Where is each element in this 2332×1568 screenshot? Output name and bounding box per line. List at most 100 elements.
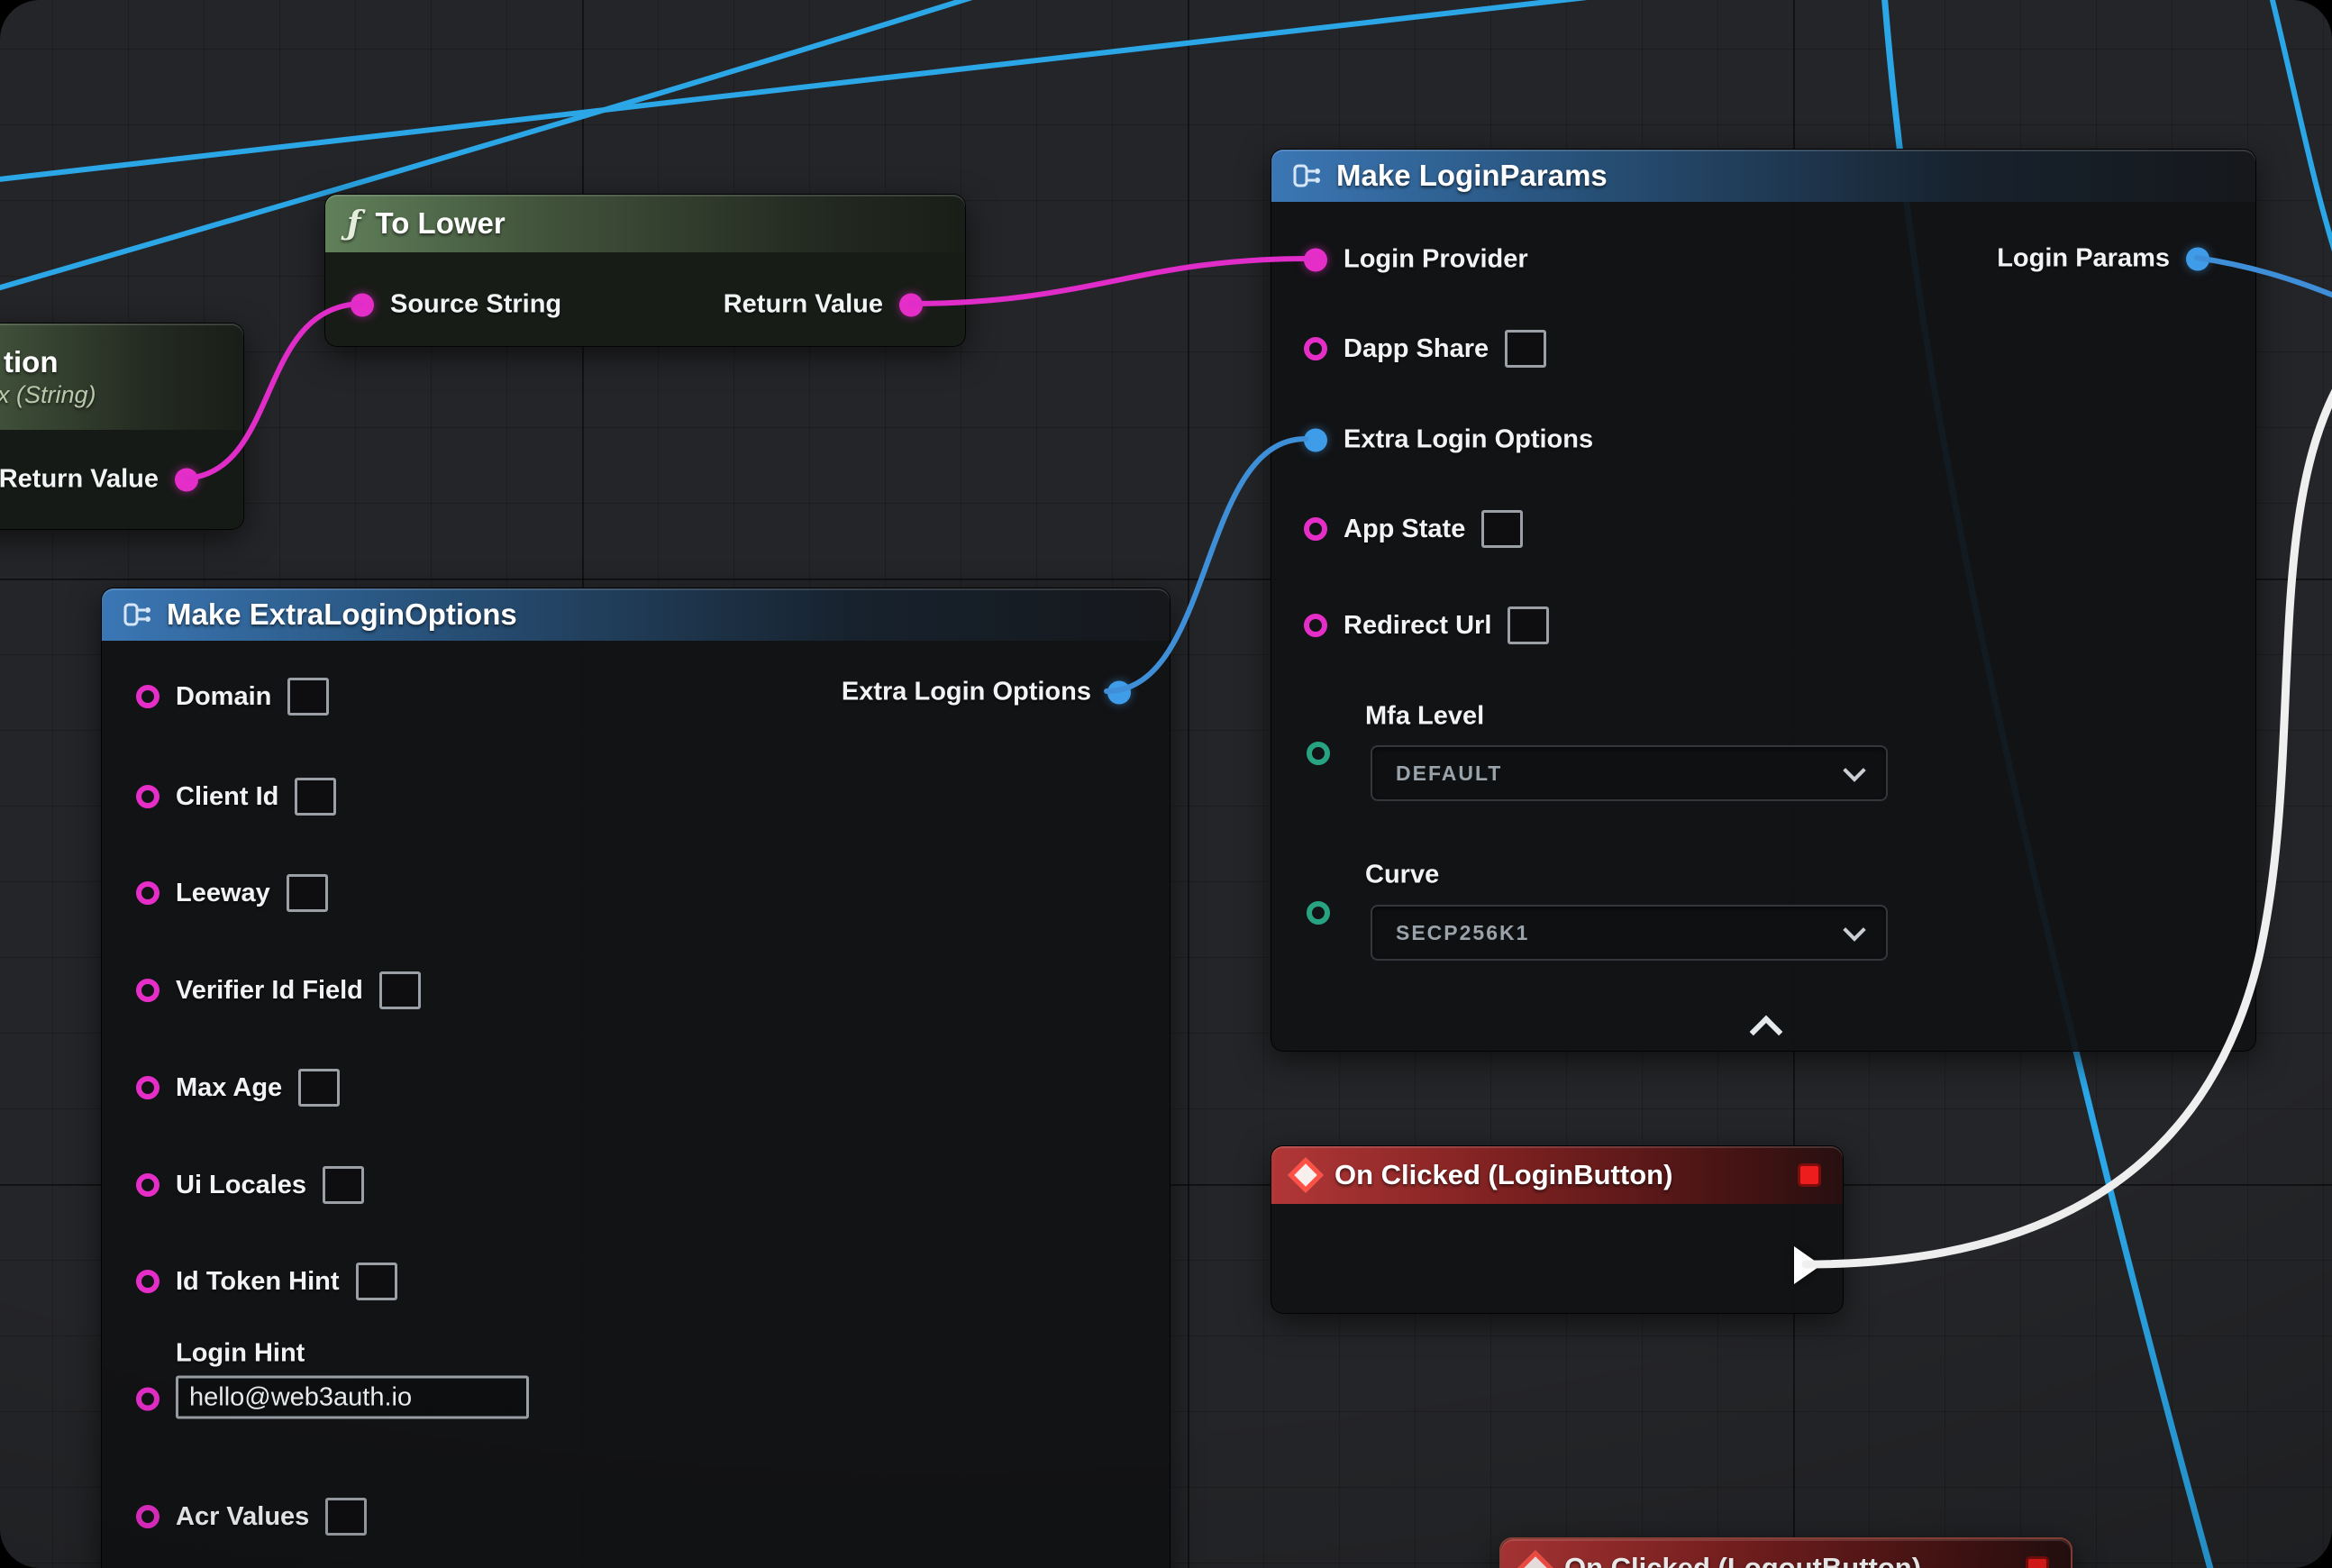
function-icon: ƒ xyxy=(347,205,361,242)
pin-row-redirect-url: Redirect Url xyxy=(1304,606,1549,644)
app-state-pin[interactable] xyxy=(1304,517,1327,541)
to-lower-header: ƒ To Lower xyxy=(325,195,965,252)
leeway-value-box[interactable] xyxy=(287,874,328,912)
make-struct-icon xyxy=(1293,163,1322,188)
mfa-level-value: DEFAULT xyxy=(1396,761,1502,786)
extra-login-options-out-pin[interactable] xyxy=(1107,680,1131,704)
redirect-url-pin[interactable] xyxy=(1304,614,1327,637)
curve-label: Curve xyxy=(1365,861,1439,890)
pin-row-login-hint: Login Hint xyxy=(136,1379,529,1419)
id-token-hint-value-box[interactable] xyxy=(356,1263,397,1300)
wire-to-lower-to-login-provider xyxy=(910,259,1308,304)
pin-row-return-value: Return Value xyxy=(724,290,923,320)
pin-row-id-token-hint: Id Token Hint xyxy=(136,1263,397,1300)
curve-pin[interactable] xyxy=(1307,901,1330,925)
login-provider-pin[interactable] xyxy=(1304,248,1327,271)
verifier-id-field-pin[interactable] xyxy=(136,979,159,1002)
pin-row-dapp-share: Dapp Share xyxy=(1304,330,1546,368)
ui-locales-pin[interactable] xyxy=(136,1173,159,1197)
source-string-pin[interactable] xyxy=(351,293,374,316)
id-token-hint-label: Id Token Hint xyxy=(176,1267,340,1297)
make-login-params-title: Make LoginParams xyxy=(1336,159,1608,193)
pin-row-extra-login-options-in: Extra Login Options xyxy=(1304,425,1593,455)
dapp-share-pin[interactable] xyxy=(1304,337,1327,360)
node-on-clicked-logout-button[interactable]: On Clicked (LogoutButton) xyxy=(1499,1537,2072,1568)
node-partial-subtitle: ox (String) xyxy=(0,381,96,409)
chevron-down-icon xyxy=(1843,918,1865,941)
pin-row-return-value-left: Return Value xyxy=(0,465,198,495)
client-id-label: Client Id xyxy=(176,782,278,812)
make-extra-header: Make ExtraLoginOptions xyxy=(102,588,1170,641)
ui-locales-label: Ui Locales xyxy=(176,1171,306,1200)
login-params-out-label: Login Params xyxy=(1997,244,2170,274)
pin-row-source-string: Source String xyxy=(351,290,561,320)
collapse-chevron-icon[interactable] xyxy=(1750,1016,1783,1049)
on-clicked-login-header: On Clicked (LoginButton) xyxy=(1271,1146,1843,1204)
domain-label: Domain xyxy=(176,682,271,712)
pin-row-domain: Domain xyxy=(136,678,329,716)
redirect-url-label: Redirect Url xyxy=(1344,611,1491,641)
login-hint-label: Login Hint xyxy=(176,1339,529,1369)
leeway-label: Leeway xyxy=(176,879,270,908)
leeway-pin[interactable] xyxy=(136,881,159,905)
chevron-down-icon xyxy=(1843,759,1865,781)
node-to-lower[interactable]: ƒ To Lower Source String Return Value xyxy=(324,194,966,347)
extra-login-options-in-pin[interactable] xyxy=(1304,428,1327,451)
login-params-out-pin[interactable] xyxy=(2186,247,2209,270)
make-struct-icon xyxy=(123,602,152,627)
blueprint-graph-canvas[interactable]: tion ox (String) Return Value ƒ To Lower… xyxy=(0,0,2332,1568)
redirect-url-value-box[interactable] xyxy=(1508,606,1549,644)
pin-row-max-age: Max Age xyxy=(136,1069,340,1107)
node-partial-header: tion ox (String) xyxy=(0,324,243,430)
node-partial-getselectedoption[interactable]: tion ox (String) Return Value xyxy=(0,323,244,530)
return-value-pin[interactable] xyxy=(899,293,923,316)
delegate-pin[interactable] xyxy=(1798,1163,1821,1187)
client-id-pin[interactable] xyxy=(136,785,159,808)
extra-login-options-out-label: Extra Login Options xyxy=(842,678,1091,707)
pin-row-app-state: App State xyxy=(1304,510,1523,548)
mfa-level-pin[interactable] xyxy=(1307,742,1330,765)
event-icon xyxy=(1517,1550,1553,1568)
node-make-extra-login-options[interactable]: Make ExtraLoginOptions Domain Client Id … xyxy=(101,588,1171,1568)
login-hint-input[interactable] xyxy=(176,1376,529,1419)
on-clicked-logout-title: On Clicked (LogoutButton) xyxy=(1564,1552,1921,1568)
wire-cyan-topright xyxy=(2271,0,2332,266)
mfa-level-dropdown[interactable]: DEFAULT xyxy=(1371,745,1888,801)
domain-pin[interactable] xyxy=(136,685,159,708)
curve-value: SECP256K1 xyxy=(1396,921,1529,945)
node-make-login-params[interactable]: Make LoginParams Login Provider Dapp Sha… xyxy=(1271,149,2256,1052)
pin-row-client-id: Client Id xyxy=(136,778,336,816)
ui-locales-value-box[interactable] xyxy=(323,1166,364,1204)
pin-row-acr-values: Acr Values xyxy=(136,1498,367,1536)
mfa-level-label: Mfa Level xyxy=(1365,702,1484,732)
login-hint-pin[interactable] xyxy=(136,1387,159,1410)
max-age-pin[interactable] xyxy=(136,1076,159,1099)
max-age-value-box[interactable] xyxy=(298,1069,340,1107)
domain-value-box[interactable] xyxy=(287,678,329,716)
acr-values-value-box[interactable] xyxy=(325,1498,367,1536)
pin-row-extra-login-options-out: Extra Login Options xyxy=(842,678,1131,707)
return-value-pin[interactable] xyxy=(175,468,198,491)
on-clicked-login-title: On Clicked (LoginButton) xyxy=(1335,1159,1672,1191)
node-partial-title: tion xyxy=(4,345,58,379)
curve-dropdown[interactable]: SECP256K1 xyxy=(1371,905,1888,961)
app-state-value-box[interactable] xyxy=(1481,510,1523,548)
pin-row-ui-locales: Ui Locales xyxy=(136,1166,364,1204)
make-extra-title: Make ExtraLoginOptions xyxy=(167,597,517,632)
login-provider-label: Login Provider xyxy=(1344,245,1528,275)
return-value-label: Return Value xyxy=(724,290,883,320)
id-token-hint-pin[interactable] xyxy=(136,1270,159,1293)
dapp-share-value-box[interactable] xyxy=(1505,330,1546,368)
delegate-pin[interactable] xyxy=(2026,1556,2049,1568)
make-login-params-header: Make LoginParams xyxy=(1271,150,2255,202)
verifier-id-field-label: Verifier Id Field xyxy=(176,976,363,1006)
verifier-id-field-value-box[interactable] xyxy=(379,971,421,1009)
exec-output-pin[interactable] xyxy=(1794,1246,1821,1284)
on-clicked-logout-header: On Clicked (LogoutButton) xyxy=(1501,1539,2071,1568)
client-id-value-box[interactable] xyxy=(295,778,336,816)
screenshot-stage: tion ox (String) Return Value ƒ To Lower… xyxy=(0,0,2332,1568)
acr-values-pin[interactable] xyxy=(136,1505,159,1528)
pin-row-login-provider: Login Provider xyxy=(1304,245,1528,275)
extra-login-options-in-label: Extra Login Options xyxy=(1344,425,1593,455)
node-on-clicked-login-button[interactable]: On Clicked (LoginButton) xyxy=(1271,1145,1844,1314)
